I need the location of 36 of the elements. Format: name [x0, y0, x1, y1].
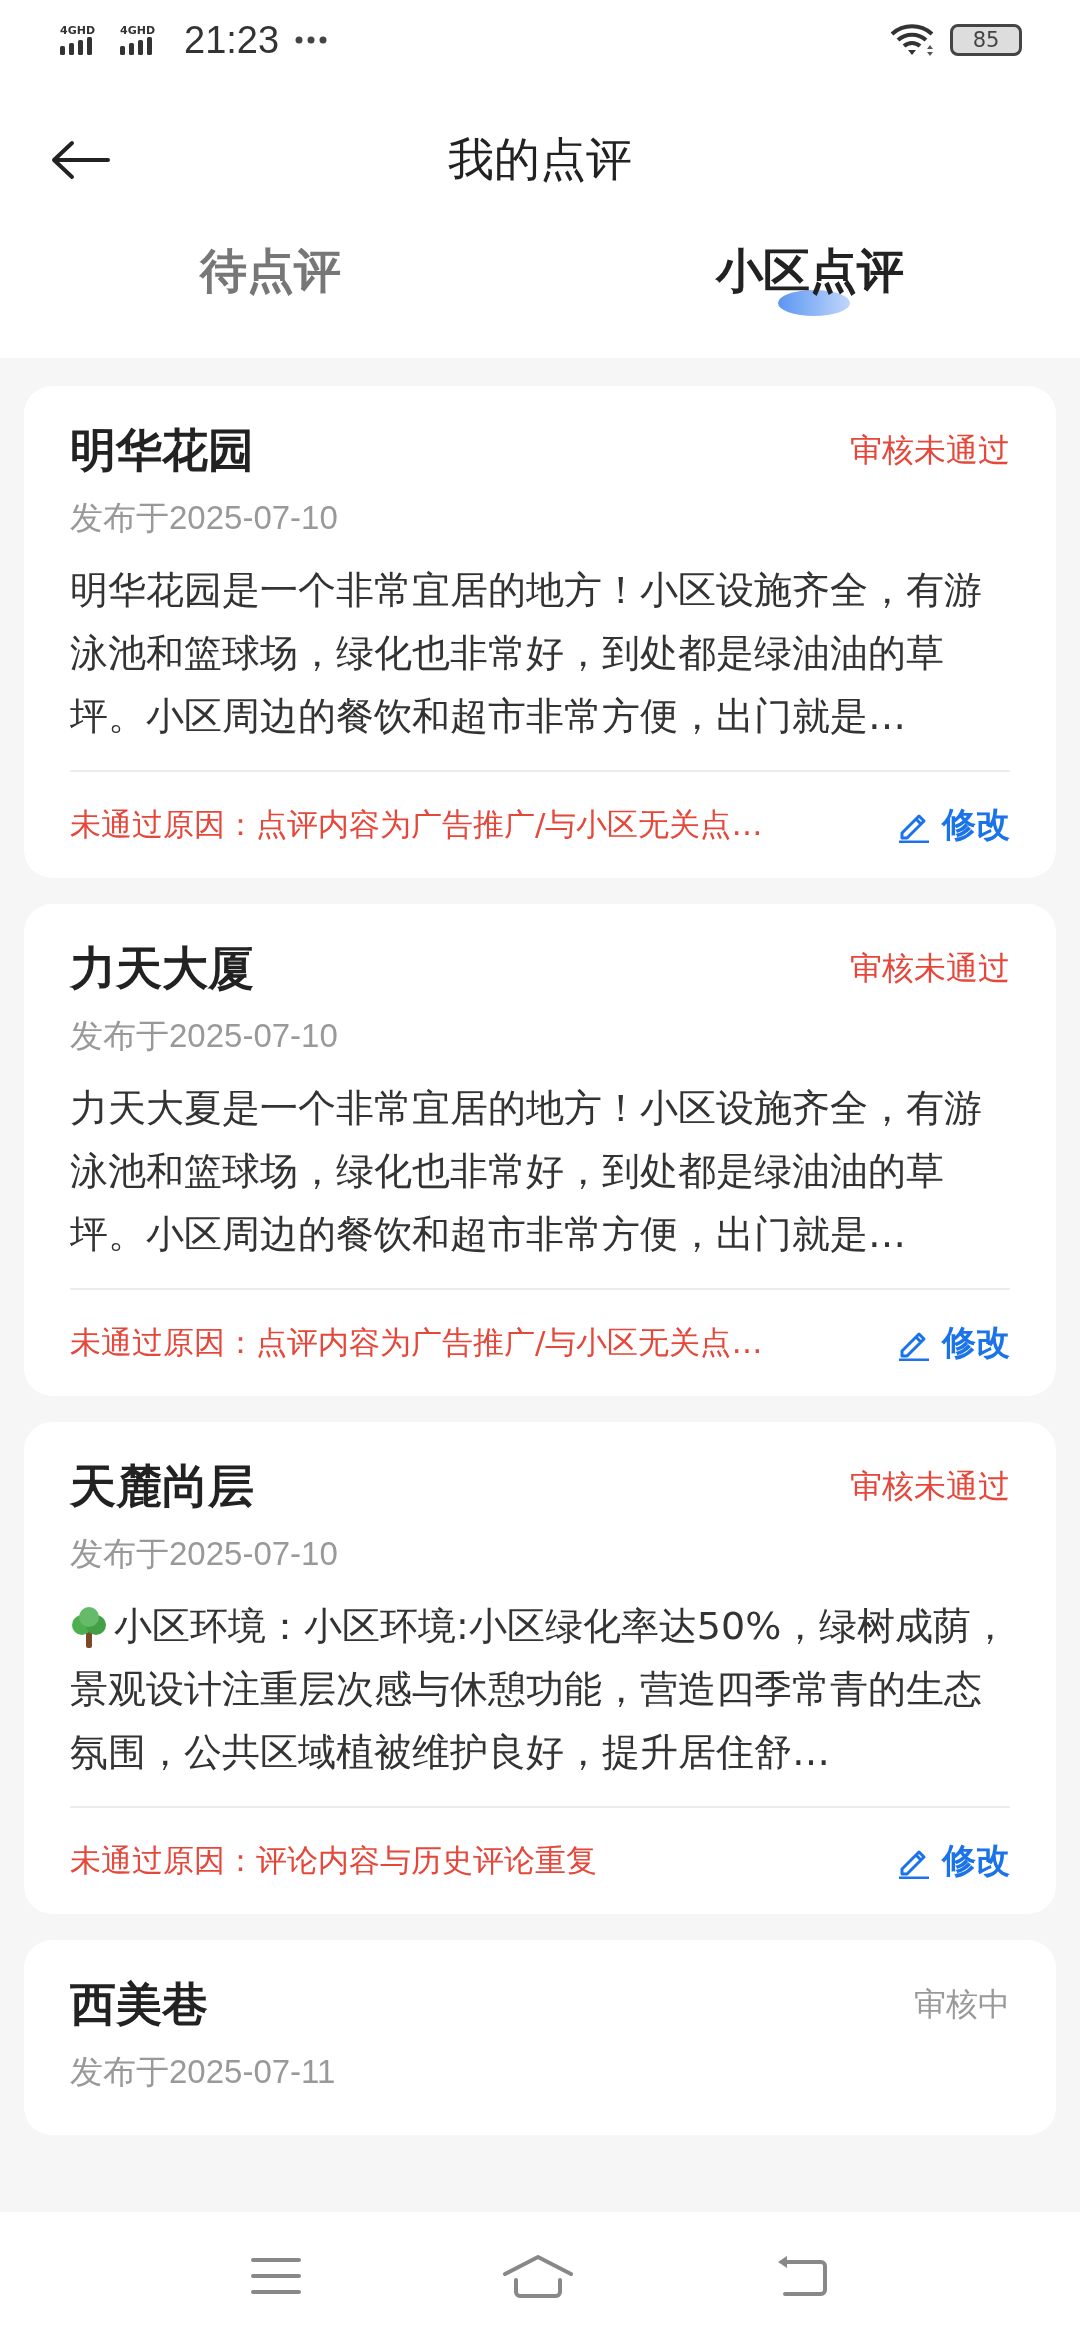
- more-dots-icon: [295, 36, 328, 44]
- review-text: 力天大夏是一个非常宜居的地方！小区设施齐全，有游泳池和篮球场，绿化也非常好，到处都是绿油油的草坪。小区周边的餐饮和超市非常方便，出门就是…: [70, 1077, 1010, 1290]
- rejection-reason: 未通过原因：评论内容与历史评论重复: [70, 1841, 597, 1880]
- community-name: 天麓尚层: [70, 1458, 254, 1515]
- signal-icon: [60, 37, 92, 55]
- tab[interactable]: 小区点评: [716, 240, 904, 317]
- home-icon[interactable]: [502, 2254, 574, 2298]
- publish-date: 发布于2025-07-11: [70, 2052, 337, 2092]
- publish-date: 发布于2025-07-10: [70, 498, 339, 538]
- menu-icon[interactable]: [250, 2256, 301, 2296]
- wifi-icon: [890, 23, 936, 57]
- edit-button[interactable]: 修改: [896, 802, 1010, 848]
- network-label: 4GHD: [60, 25, 96, 37]
- edit-button[interactable]: 修改: [896, 1838, 1010, 1884]
- signal-icon: [120, 37, 152, 55]
- publish-date: 发布于2025-07-10: [70, 1534, 339, 1574]
- tab[interactable]: 待点评: [199, 240, 341, 317]
- review-status: 审核未通过: [850, 430, 1010, 471]
- community-name: 西美巷: [70, 1976, 208, 2033]
- review-status: 审核未通过: [850, 948, 1010, 989]
- tree-icon: [70, 1607, 108, 1649]
- publish-date: 发布于2025-07-10: [70, 1016, 339, 1056]
- review-text: 明华花园是一个非常宜居的地方！小区设施齐全，有游泳池和篮球场，绿化也非常好，到处都是绿油油的草坪。小区周边的餐饮和超市非常方便，出门就是…: [70, 559, 1010, 772]
- page-title: 我的点评: [448, 131, 632, 188]
- review-text: 小区环境：小区环境:小区绿化率达50%，绿树成荫，景观设计注重层次感与休憩功能，营造四季常青的生态氛围，公共区域植被维护良好，提升居住舒…: [70, 1595, 1010, 1808]
- review-status: 审核未通过: [850, 1466, 1010, 1507]
- back-arrow-icon[interactable]: [50, 140, 110, 180]
- edit-button[interactable]: 修改: [896, 1320, 1010, 1366]
- review-status: 审核中: [914, 1984, 1010, 2025]
- clock-time: 21:23: [184, 18, 280, 62]
- rejection-reason: 未通过原因：点评内容为广告推广/与小区无关点…: [70, 805, 763, 844]
- network-label: 4GHD: [120, 25, 156, 37]
- rejection-reason: 未通过原因：点评内容为广告推广/与小区无关点…: [70, 1323, 763, 1362]
- community-name: 力天大厦: [70, 940, 254, 997]
- community-name: 明华花园: [70, 422, 254, 479]
- battery-indicator: 85: [950, 24, 1022, 56]
